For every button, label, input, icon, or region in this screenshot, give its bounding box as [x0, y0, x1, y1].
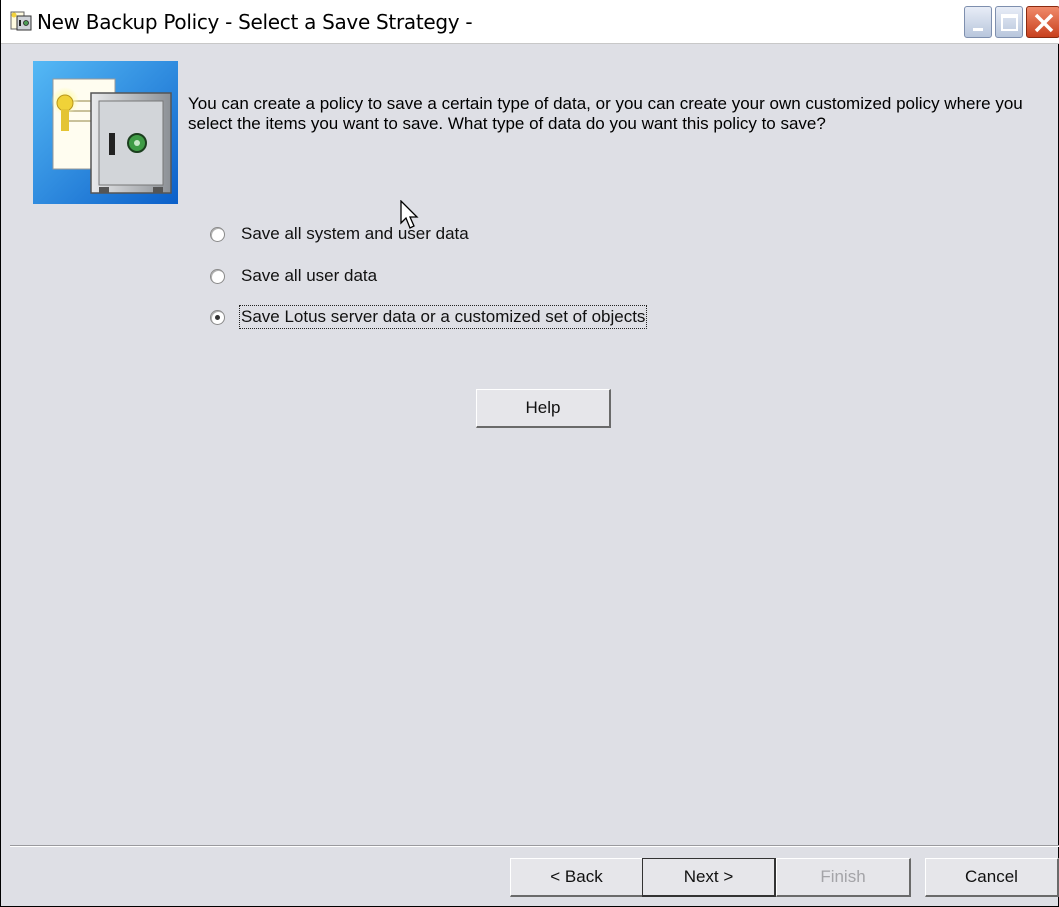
- intro-text: You can create a policy to save a certai…: [188, 94, 1023, 133]
- radio-button-selected[interactable]: [210, 310, 225, 325]
- title-bar[interactable]: New Backup Policy - Select a Save Strate…: [1, 0, 1059, 44]
- maximize-icon: [1001, 14, 1018, 31]
- close-icon: [1034, 13, 1054, 33]
- maximize-button[interactable]: [995, 6, 1023, 38]
- help-button[interactable]: Help: [476, 389, 611, 428]
- cancel-button[interactable]: Cancel: [925, 858, 1059, 897]
- window-title: New Backup Policy - Select a Save Strate…: [37, 10, 473, 34]
- option-label: Save Lotus server data or a customized s…: [238, 305, 648, 329]
- radio-button[interactable]: [210, 227, 225, 242]
- finish-button: Finish: [776, 858, 911, 897]
- minimize-icon: [973, 28, 983, 31]
- button-bar-divider: [10, 845, 1059, 847]
- mouse-pointer-icon: [400, 199, 420, 230]
- safe-with-certificate-icon: [33, 61, 178, 204]
- option-label: Save all system and user data: [241, 224, 469, 243]
- back-button[interactable]: < Back: [510, 858, 644, 897]
- minimize-button[interactable]: [964, 6, 992, 38]
- close-button[interactable]: [1026, 6, 1059, 38]
- radio-button[interactable]: [210, 269, 225, 284]
- next-button[interactable]: Next >: [642, 858, 776, 897]
- option-label: Save all user data: [241, 266, 378, 285]
- backup-policy-wizard-window: New Backup Policy - Select a Save Strate…: [0, 0, 1059, 907]
- backup-policy-icon: [10, 10, 32, 32]
